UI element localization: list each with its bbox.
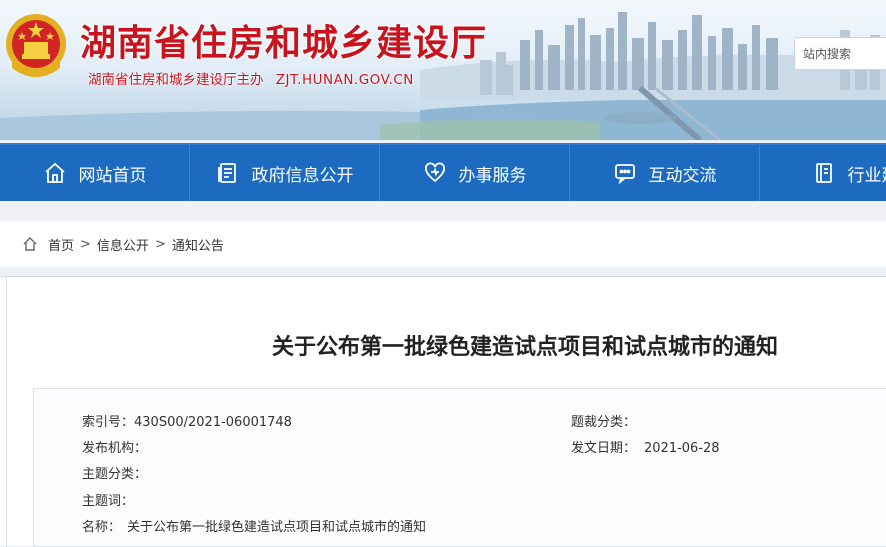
- meta-value: 关于公布第一批绿色建造试点项目和试点城市的通知: [127, 520, 426, 535]
- home-icon: [43, 161, 67, 185]
- meta-label: 主题分类：: [82, 467, 147, 482]
- breadcrumb: 首页 > 信息公开 > 通知公告: [0, 221, 886, 267]
- article-panel: 关于公布第一批绿色建造试点项目和试点城市的通知 索引号：430S00/2021-…: [0, 276, 886, 546]
- nav-item-industry[interactable]: 行业建: [760, 145, 886, 201]
- meta-category: 题裁分类：: [571, 411, 636, 430]
- book-icon: [812, 161, 836, 185]
- nav-item-interaction[interactable]: 互动交流: [570, 145, 760, 201]
- breadcrumb-link-info[interactable]: 信息公开: [97, 235, 149, 254]
- chat-icon: [613, 161, 637, 185]
- metadata-table: 索引号：430S00/2021-06001748 题裁分类： 发布机构： 发文日…: [33, 388, 886, 547]
- nav-item-label: 行业建: [848, 161, 886, 186]
- meta-index: 索引号：430S00/2021-06001748: [82, 411, 292, 430]
- search-input[interactable]: [795, 38, 886, 69]
- nav-item-label: 网站首页: [79, 161, 147, 186]
- search-box[interactable]: [794, 37, 886, 70]
- nav-item-label: 办事服务: [459, 161, 527, 186]
- nav-item-label: 互动交流: [649, 161, 717, 186]
- site-sponsor: 湖南省住房和城乡建设厅主办: [88, 72, 264, 88]
- divider: [6, 277, 7, 547]
- meta-label: 名称：: [82, 520, 121, 535]
- breadcrumb-link-notices[interactable]: 通知公告: [172, 235, 224, 254]
- article-title: 关于公布第一批绿色建造试点项目和试点城市的通知: [272, 329, 778, 361]
- nav-item-gov-info[interactable]: 政府信息公开: [190, 145, 380, 201]
- site-domain: ZJT.HUNAN.GOV.CN: [276, 72, 414, 88]
- meta-topic: 主题分类：: [82, 463, 147, 482]
- meta-value: 430S00/2021-06001748: [134, 415, 292, 430]
- breadcrumb-separator: >: [155, 237, 166, 252]
- meta-label: 发文日期：: [571, 441, 636, 456]
- main-nav: 网站首页 政府信息公开 办事服务 互动交流 行业建: [0, 143, 886, 201]
- home-icon: [22, 236, 38, 252]
- meta-label: 索引号：: [82, 415, 134, 430]
- meta-label: 主题词：: [82, 494, 134, 509]
- site-title: 湖南省住房和城乡建设厅: [80, 14, 487, 66]
- nav-item-label: 政府信息公开: [252, 161, 354, 186]
- nav-item-services[interactable]: 办事服务: [380, 145, 570, 201]
- nav-item-home[interactable]: 网站首页: [0, 145, 190, 201]
- meta-name: 名称： 关于公布第一批绿色建造试点项目和试点城市的通知: [82, 516, 426, 535]
- heart-icon: [423, 161, 447, 185]
- site-subtitle: 湖南省住房和城乡建设厅主办 ZJT.HUNAN.GOV.CN: [88, 68, 414, 88]
- meta-value: 2021-06-28: [644, 441, 720, 456]
- breadcrumb-link-home[interactable]: 首页: [48, 235, 74, 254]
- meta-date: 发文日期： 2021-06-28: [571, 437, 720, 456]
- meta-org: 发布机构：: [82, 437, 147, 456]
- document-icon: [216, 161, 240, 185]
- header-banner: 湖南省住房和城乡建设厅 湖南省住房和城乡建设厅主办 ZJT.HUNAN.GOV.…: [0, 0, 886, 140]
- national-emblem-icon: [4, 12, 68, 82]
- meta-label: 题裁分类：: [571, 415, 636, 430]
- breadcrumb-separator: >: [80, 237, 91, 252]
- meta-label: 发布机构：: [82, 441, 147, 456]
- meta-keywords: 主题词：: [82, 490, 134, 509]
